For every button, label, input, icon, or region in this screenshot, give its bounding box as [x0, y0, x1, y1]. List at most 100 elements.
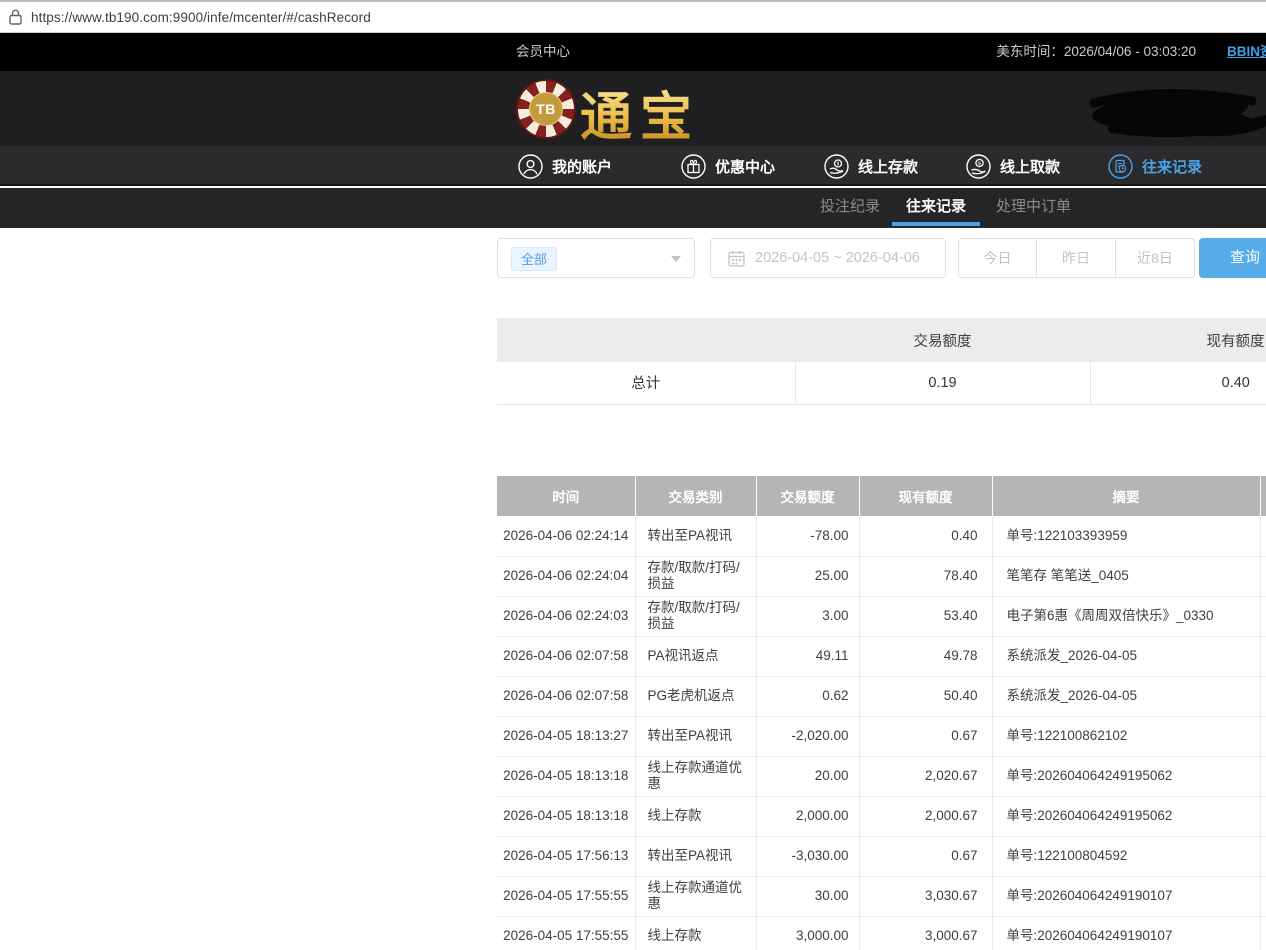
category-select[interactable]: 全部: [497, 238, 695, 278]
subnav-label: 往来记录: [906, 198, 966, 215]
cell-balance: 78.40: [859, 556, 992, 596]
nav-label: 线上取款: [1000, 156, 1060, 177]
category-selected-tag[interactable]: 全部: [511, 247, 557, 271]
subnav-label: 投注纪录: [820, 198, 880, 215]
summary-table: 交易额度 现有额度 总计 0.19 0.40: [497, 318, 1266, 405]
nav-label: 线上存款: [858, 156, 918, 177]
cell-type: 转出至PA视讯: [635, 516, 756, 556]
record-icon: [1108, 154, 1133, 179]
table-row: 2026-04-05 18:13:18 线上存款通道优惠 20.00 2,020…: [497, 756, 1266, 796]
subnav-betting-records[interactable]: 投注纪录: [806, 188, 894, 228]
cell-time: 2026-04-05 18:13:18: [497, 796, 635, 836]
cell-extra: [1260, 516, 1266, 556]
nav-my-account[interactable]: 我的账户: [518, 146, 612, 186]
cell-extra: [1260, 916, 1266, 950]
cell-balance: 2,020.67: [859, 756, 992, 796]
transactions-body: 2026-04-06 02:24:14 转出至PA视讯 -78.00 0.40 …: [497, 516, 1266, 950]
summary-total-amount: 0.19: [795, 362, 1090, 404]
summary-total-label: 总计: [497, 362, 795, 404]
table-row: 2026-04-05 18:13:27 转出至PA视讯 -2,020.00 0.…: [497, 716, 1266, 756]
table-row: 2026-04-05 18:13:18 线上存款 2,000.00 2,000.…: [497, 796, 1266, 836]
cell-summary: 系统派发_2026-04-05: [992, 636, 1260, 676]
table-row: 2026-04-06 02:24:03 存款/取款/打码/损益 3.00 53.…: [497, 596, 1266, 636]
cell-type: PG老虎机返点: [635, 676, 756, 716]
chip-tb-label: TB: [529, 92, 563, 126]
cell-balance: 3,000.67: [859, 916, 992, 950]
nav-label: 我的账户: [552, 156, 612, 177]
cell-amount: 2,000.00: [756, 796, 859, 836]
url-text[interactable]: https://www.tb190.com:9900/infe/mcenter/…: [31, 10, 371, 25]
cell-balance: 0.40: [859, 516, 992, 556]
cell-extra: [1260, 796, 1266, 836]
cell-amount: 20.00: [756, 756, 859, 796]
cell-type: 线上存款通道优惠: [635, 756, 756, 796]
member-center-label[interactable]: 会员中心: [516, 33, 570, 71]
summary-total-row: 总计 0.19 0.40: [497, 362, 1266, 404]
nav-label: 往来记录: [1142, 156, 1202, 177]
cell-summary: 单号:122100804592: [992, 836, 1260, 876]
today-button[interactable]: 今日: [958, 238, 1037, 278]
subnav-transaction-records[interactable]: 往来记录: [892, 188, 980, 228]
cell-amount: 0.62: [756, 676, 859, 716]
date-range-input[interactable]: 2026-04-05 ~ 2026-04-06: [710, 238, 946, 278]
cell-extra: [1260, 876, 1266, 916]
quick-date-buttons: 今日 昨日 近8日: [958, 238, 1195, 278]
subnav-label: 处理中订单: [996, 198, 1071, 215]
cell-time: 2026-04-06 02:07:58: [497, 636, 635, 676]
cell-balance: 3,030.67: [859, 876, 992, 916]
table-row: 2026-04-06 02:07:58 PA视讯返点 49.11 49.78 系…: [497, 636, 1266, 676]
cell-balance: 2,000.67: [859, 796, 992, 836]
cell-summary: 单号:122103393959: [992, 516, 1260, 556]
cell-amount: -3,030.00: [756, 836, 859, 876]
col-header-balance: 现有额度: [859, 476, 992, 516]
col-header-type: 交易类别: [635, 476, 756, 516]
main-nav: 我的账户 优惠中心 线上存款 $ 线上取款 往来记录: [0, 146, 1266, 186]
cell-summary: 单号:202604064249195062: [992, 756, 1260, 796]
browser-url-bar[interactable]: https://www.tb190.com:9900/infe/mcenter/…: [0, 0, 1266, 33]
summary-total-balance: 0.40: [1090, 362, 1266, 404]
cell-amount: -2,020.00: [756, 716, 859, 756]
table-row: 2026-04-06 02:07:58 PG老虎机返点 0.62 50.40 系…: [497, 676, 1266, 716]
table-row: 2026-04-05 17:55:55 线上存款通道优惠 30.00 3,030…: [497, 876, 1266, 916]
cell-type: 存款/取款/打码/损益: [635, 596, 756, 636]
redaction-scribble: [1082, 83, 1266, 145]
cell-balance: 50.40: [859, 676, 992, 716]
cell-extra: [1260, 756, 1266, 796]
yesterday-button[interactable]: 昨日: [1037, 238, 1116, 278]
cell-type: PA视讯返点: [635, 636, 756, 676]
cell-time: 2026-04-06 02:07:58: [497, 676, 635, 716]
sub-nav: 投注纪录 往来记录 处理中订单: [0, 188, 1266, 228]
summary-header-amount: 交易额度: [795, 318, 1090, 362]
search-button[interactable]: 查询: [1199, 238, 1266, 278]
brand-name[interactable]: 通宝: [580, 75, 700, 150]
logo-band: TB 通宝: [0, 71, 1266, 146]
nav-transaction-records[interactable]: 往来记录: [1108, 146, 1202, 186]
cell-type: 转出至PA视讯: [635, 836, 756, 876]
bbin-link[interactable]: BBIN资: [1227, 33, 1266, 71]
cell-amount: 25.00: [756, 556, 859, 596]
cell-extra: [1260, 596, 1266, 636]
cell-extra: [1260, 676, 1266, 716]
nav-online-withdraw[interactable]: $ 线上取款: [966, 146, 1060, 186]
table-row: 2026-04-06 02:24:14 转出至PA视讯 -78.00 0.40 …: [497, 516, 1266, 556]
cell-type: 线上存款: [635, 916, 756, 950]
cell-time: 2026-04-05 18:13:18: [497, 756, 635, 796]
cell-amount: -78.00: [756, 516, 859, 556]
cell-balance: 0.67: [859, 836, 992, 876]
nav-promo-center[interactable]: 优惠中心: [681, 146, 775, 186]
us-eastern-time: 美东时间：2026/04/06 - 03:03:20: [996, 33, 1196, 71]
col-header-time: 时间: [497, 476, 635, 516]
cell-summary: 系统派发_2026-04-05: [992, 676, 1260, 716]
brand-chip-logo[interactable]: TB: [516, 79, 576, 139]
svg-text:$: $: [978, 161, 982, 167]
table-row: 2026-04-05 17:56:13 转出至PA视讯 -3,030.00 0.…: [497, 836, 1266, 876]
subnav-processing-orders[interactable]: 处理中订单: [982, 188, 1085, 228]
col-header-amount: 交易额度: [756, 476, 859, 516]
cell-summary: 单号:122100862102: [992, 716, 1260, 756]
nav-online-deposit[interactable]: 线上存款: [824, 146, 918, 186]
cell-extra: [1260, 836, 1266, 876]
cell-time: 2026-04-05 17:55:55: [497, 876, 635, 916]
deposit-icon: [824, 154, 849, 179]
calendar-icon: [728, 250, 745, 267]
last-8-days-button[interactable]: 近8日: [1116, 238, 1195, 278]
